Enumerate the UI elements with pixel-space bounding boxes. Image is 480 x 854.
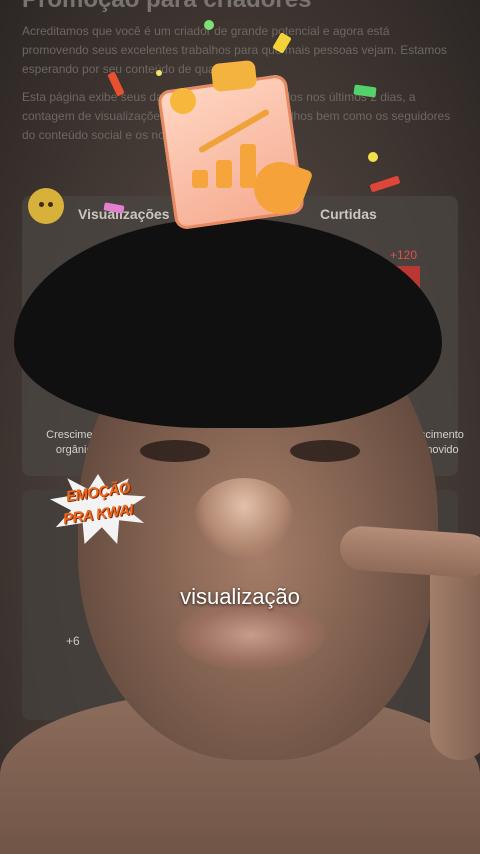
tab-likes[interactable]: Curtidas xyxy=(320,206,377,222)
emocao-badge: EMOÇÃO PRA KWAI xyxy=(50,474,146,544)
person-nose xyxy=(194,478,294,558)
emoji-avatar-icon xyxy=(28,188,64,224)
confetti xyxy=(156,70,162,76)
video-frame[interactable]: Promoção para criadores Acreditamos que … xyxy=(0,0,480,854)
confetti xyxy=(368,152,378,162)
caption-text: visualização xyxy=(180,584,300,609)
confetti xyxy=(204,20,214,30)
person-mouth xyxy=(176,600,326,670)
person-eye-right xyxy=(290,440,360,462)
person-eye-left xyxy=(140,440,210,462)
promo-title: Promoção para criadores xyxy=(22,0,311,14)
stat-increase: +120 xyxy=(390,248,418,262)
clipboard-growth-icon xyxy=(156,58,314,231)
stat-small: +6 xyxy=(66,634,80,648)
